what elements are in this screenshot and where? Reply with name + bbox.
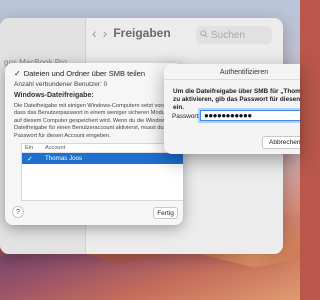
column-header-enabled: Ein (25, 145, 34, 151)
authentication-dialog: Authentifizieren Um die Dateifreigabe üb… (164, 64, 300, 154)
page-title: Freigaben (113, 26, 171, 40)
table-header: Ein Account (22, 144, 183, 153)
smb-checkbox-label: Dateien und Ordner über SMB teilen (23, 69, 146, 78)
dialog-message-line-1: Um die Dateifreigabe über SMB für „Thoma (173, 88, 300, 95)
back-button[interactable]: ‹ (92, 25, 97, 41)
account-enabled-checkbox[interactable]: ✓ (22, 155, 42, 163)
dialog-message-line-2: zu aktivieren, gib das Passwort für dies… (173, 96, 300, 103)
column-header-account: Account (45, 145, 66, 151)
windows-sharing-heading: Windows-Dateifreigabe: (14, 92, 94, 99)
file-sharing-sheet: ✓ Dateien und Ordner über SMB teilen Anz… (5, 63, 183, 225)
table-row[interactable]: ✓ Thomas Joos (22, 153, 183, 164)
accounts-table: Ein Account ✓ Thomas Joos (21, 143, 183, 201)
forward-button[interactable]: › (103, 25, 108, 41)
done-button[interactable]: Fertig (153, 207, 178, 219)
help-button[interactable]: ? (12, 206, 24, 218)
search-placeholder: Suchen (211, 29, 245, 41)
smb-option-row[interactable]: ✓ Dateien und Ordner über SMB teilen (14, 69, 145, 78)
search-icon (200, 29, 208, 41)
password-field[interactable]: ●●●●●●●●●●● (200, 110, 300, 121)
cancel-button[interactable]: Abbrechen (262, 136, 300, 149)
search-input[interactable]: Suchen (196, 26, 272, 44)
connected-users-count: Anzahl verbundener Benutzer: 0 (14, 81, 108, 88)
account-name: Thomas Joos (45, 155, 83, 162)
password-label: Passwort: (172, 113, 201, 120)
title-divider (164, 79, 300, 80)
dialog-title: Authentifizieren (219, 69, 269, 76)
dialog-message: Um die Dateifreigabe über SMB für „Thoma… (173, 88, 300, 112)
smb-checkbox[interactable]: ✓ (14, 69, 21, 78)
windows-sharing-description: Die Dateifreigabe mit einigen Windows-Co… (14, 103, 175, 139)
